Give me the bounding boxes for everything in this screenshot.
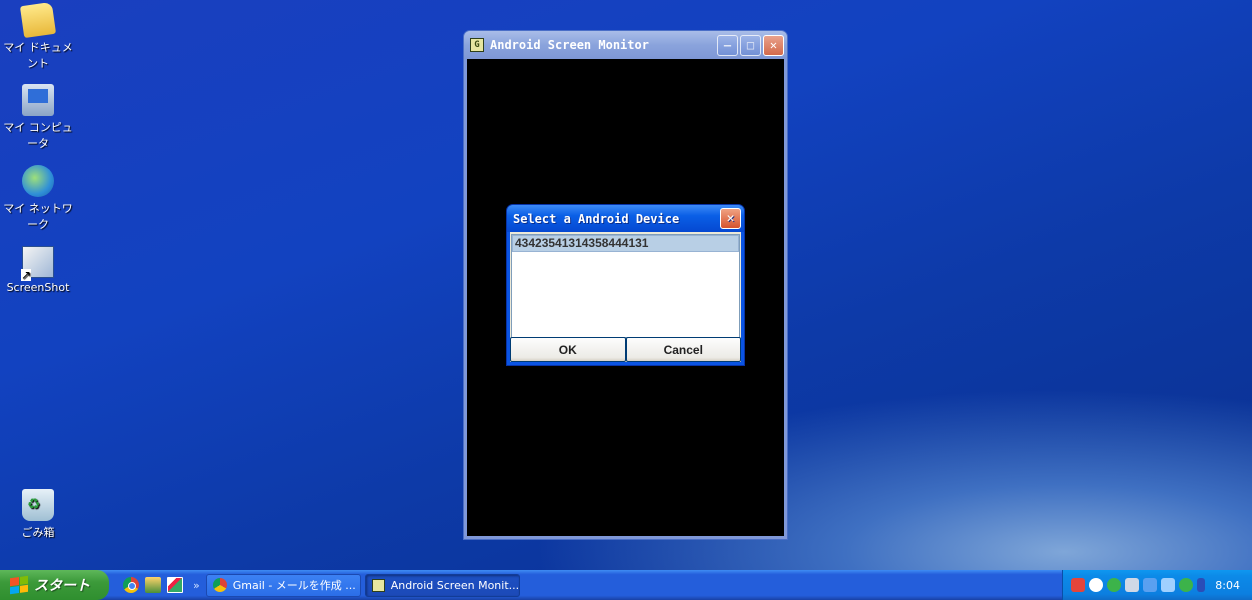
desktop-icon-my-computer[interactable]: マイ コンピュータ — [0, 84, 76, 151]
image-viewer-icon[interactable] — [167, 577, 183, 593]
show-hidden-icons-icon[interactable] — [1089, 578, 1103, 592]
taskbar: スタート » Gmail - メールを作成 ... Android Screen… — [0, 570, 1252, 600]
maximize-button[interactable]: □ — [740, 34, 761, 56]
window-title: Android Screen Monitor — [490, 38, 649, 52]
chrome-icon — [212, 578, 227, 592]
desktop-icon-recycle-bin[interactable]: ごみ箱 — [0, 489, 76, 540]
recycle-bin-icon — [22, 489, 54, 521]
minimize-button[interactable]: – — [717, 34, 738, 56]
dialog-close-button[interactable]: ✕ — [720, 208, 741, 229]
messenger-icon[interactable] — [145, 577, 161, 593]
dialog-title: Select a Android Device — [513, 211, 680, 226]
select-device-dialog: Select a Android Device ✕ 43423541314358… — [506, 204, 745, 366]
device-list-item[interactable]: 43423541314358444131 — [512, 235, 739, 252]
desktop-icon-label: ScreenShot — [6, 281, 70, 294]
tray-battery-icon[interactable] — [1197, 578, 1205, 592]
start-label: スタート — [34, 578, 90, 594]
desktop-icon-label: ごみ箱 — [21, 526, 55, 539]
my-documents-icon — [19, 1, 57, 39]
window-titlebar[interactable]: G Android Screen Monitor – □ ✕ — [464, 31, 787, 59]
tray-wireless-icon[interactable] — [1161, 578, 1175, 592]
app-icon: G — [470, 38, 484, 52]
system-tray: 8:04 — [1062, 570, 1252, 600]
start-button[interactable]: スタート — [0, 570, 109, 600]
tray-network-icon[interactable] — [1107, 578, 1121, 592]
dialog-button-row: OK Cancel — [510, 337, 741, 362]
device-list[interactable]: 43423541314358444131 — [511, 234, 740, 338]
ok-button[interactable]: OK — [510, 337, 626, 362]
tray-search-icon[interactable] — [1125, 578, 1139, 592]
tray-app-icon[interactable] — [1071, 578, 1085, 592]
taskbar-item-android-screen-monitor[interactable]: Android Screen Monit... — [364, 573, 520, 597]
dialog-body: 43423541314358444131 OK Cancel — [510, 232, 741, 362]
taskbar-item-gmail[interactable]: Gmail - メールを作成 ... — [205, 573, 361, 597]
close-button[interactable]: ✕ — [763, 34, 784, 56]
desktop-icon-my-network[interactable]: マイ ネットワーク — [0, 165, 76, 232]
cancel-button[interactable]: Cancel — [625, 337, 741, 362]
desktop-icon-label: マイ ネットワーク — [3, 202, 73, 231]
desktop-icon-label: マイ コンピュータ — [3, 121, 73, 150]
taskbar-item-label: Gmail - メールを作成 ... — [232, 579, 356, 592]
screenshot-shortcut-icon — [21, 246, 54, 281]
tray-monitor-icon[interactable] — [1143, 578, 1157, 592]
asm-icon — [371, 578, 385, 592]
taskbar-clock[interactable]: 8:04 — [1215, 579, 1252, 592]
my-network-icon — [22, 165, 54, 197]
dialog-titlebar[interactable]: Select a Android Device ✕ — [507, 205, 744, 232]
desktop-icon-screenshot[interactable]: ScreenShot — [0, 246, 76, 294]
desktop-icon-my-documents[interactable]: マイ ドキュメント — [0, 1, 76, 71]
quick-launch-chevron-icon[interactable]: » — [193, 579, 200, 592]
my-computer-icon — [22, 84, 54, 116]
windows-logo-icon — [10, 575, 28, 595]
chrome-icon[interactable] — [123, 577, 139, 593]
desktop-icon-label: マイ ドキュメント — [3, 41, 73, 70]
quick-launch — [109, 577, 193, 593]
taskbar-item-label: Android Screen Monit... — [390, 578, 520, 592]
tray-update-icon[interactable] — [1179, 578, 1193, 592]
